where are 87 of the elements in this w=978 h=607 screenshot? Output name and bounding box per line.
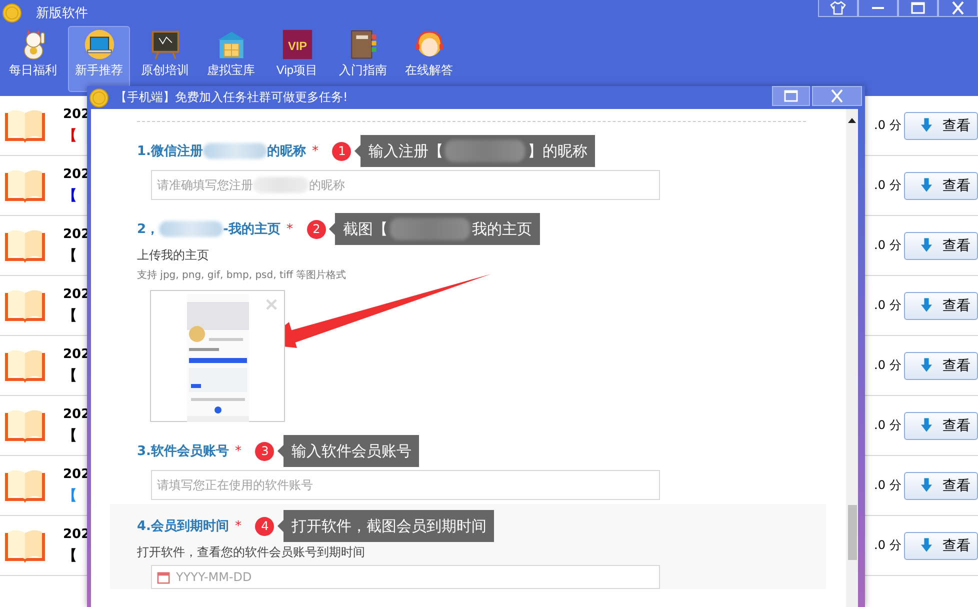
book-icon: [4, 168, 46, 204]
step-badge: 1: [332, 142, 352, 160]
download-icon: [921, 178, 932, 193]
coin-icon: [2, 3, 22, 23]
step-badge: 2: [306, 220, 326, 238]
field-label: 3.软件会员账号: [137, 443, 229, 460]
item-tag: 【: [63, 126, 90, 144]
download-icon: [921, 358, 932, 373]
score-text: .0 分: [874, 357, 902, 374]
item-tag: 【: [63, 486, 90, 504]
download-icon: [921, 238, 932, 253]
download-icon: [921, 478, 932, 493]
book-icon: [4, 228, 46, 264]
toolbar-tab[interactable]: 每日福利: [2, 26, 64, 92]
close-icon: [829, 89, 845, 103]
book-icon: [4, 468, 46, 504]
vip-icon: VIP: [282, 29, 312, 60]
view-button[interactable]: 查看: [904, 172, 978, 200]
laptop-icon: [84, 29, 114, 60]
score-text: .0 分: [874, 297, 902, 314]
book-icon: [4, 108, 46, 144]
coin-icon: [89, 88, 109, 108]
dialog-title: 【手机端】免费加入任务社群可做更多任务!: [115, 89, 348, 106]
field-description: 上传我的主页: [137, 247, 210, 264]
item-tag: 【: [63, 186, 90, 204]
score-text: .0 分: [874, 237, 902, 254]
shirt-icon: [830, 1, 846, 15]
view-button[interactable]: 查看: [904, 292, 978, 320]
book-icon: [4, 528, 46, 564]
field-label: 2， -我的主页: [137, 220, 280, 238]
book-icon: [4, 408, 46, 444]
field-label: 4.会员到期时间: [137, 518, 229, 535]
view-button[interactable]: 查看: [904, 472, 978, 500]
field-description: 打开软件，查看您的软件会员账号到期时间: [137, 544, 366, 561]
download-icon: [921, 418, 932, 433]
close-icon: [950, 1, 966, 15]
view-button[interactable]: 查看: [904, 232, 978, 260]
warehouse-icon: [216, 29, 246, 60]
score-text: .0 分: [874, 537, 902, 554]
calendar-icon: [157, 570, 170, 584]
step-badge: 4: [255, 516, 274, 536]
close-button[interactable]: [812, 86, 862, 106]
tooltip: 打开软件，截图会员到期时间: [277, 510, 494, 542]
toolbar-tab[interactable]: 入门指南: [332, 26, 394, 92]
scrollbar[interactable]: [846, 109, 858, 607]
toolbar-tab[interactable]: 原创培训: [134, 26, 196, 92]
required-mark: *: [286, 222, 293, 236]
scroll-up-icon[interactable]: [848, 117, 856, 123]
toolbar-tab[interactable]: 新手推荐: [68, 26, 130, 92]
book-icon: [4, 348, 46, 384]
tooltip: 输入软件会员账号: [277, 435, 420, 467]
close-button[interactable]: [938, 0, 978, 17]
minimize-button[interactable]: [858, 0, 898, 17]
format-hint: 支持 jpg, png, gif, bmp, psd, tiff 等图片格式: [137, 268, 348, 282]
view-button[interactable]: 查看: [904, 532, 978, 560]
book-icon: [4, 288, 46, 324]
uploaded-image[interactable]: [150, 290, 285, 422]
download-icon: [921, 538, 932, 553]
item-tag: 【: [63, 306, 90, 324]
window-title: 新版软件: [36, 5, 88, 22]
field-label: 1.微信注册 的昵称: [137, 142, 306, 160]
required-mark: *: [312, 144, 318, 158]
scroll-thumb[interactable]: [848, 505, 857, 560]
maximize-icon: [910, 1, 926, 15]
maximize-button[interactable]: [898, 0, 938, 17]
tooltip: 截图【 我的主页: [328, 213, 540, 245]
score-text: .0 分: [874, 417, 902, 434]
download-icon: [921, 118, 932, 133]
maximize-icon: [783, 89, 799, 103]
view-button[interactable]: 查看: [904, 412, 978, 440]
chalkboard-icon: [150, 29, 180, 60]
skin-button[interactable]: [818, 0, 858, 17]
score-text: .0 分: [874, 117, 902, 134]
tooltip: 输入注册【 】的昵称: [354, 135, 596, 167]
step-badge: 3: [255, 442, 274, 460]
required-mark: *: [234, 518, 242, 534]
item-tag: 【: [63, 366, 90, 384]
score-text: .0 分: [874, 177, 902, 194]
maximize-button[interactable]: [772, 86, 810, 106]
view-button[interactable]: 查看: [904, 352, 978, 380]
score-text: .0 分: [874, 477, 902, 494]
item-tag: 【: [63, 546, 90, 564]
item-tag: 【: [63, 246, 90, 264]
view-button[interactable]: 查看: [904, 112, 978, 140]
download-icon: [921, 298, 932, 313]
required-mark: *: [234, 444, 242, 458]
item-tag: 【: [63, 426, 90, 444]
